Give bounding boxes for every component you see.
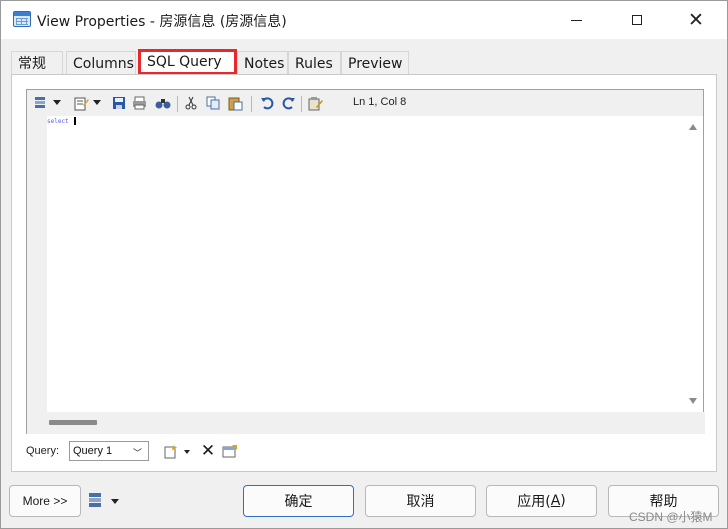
more-button[interactable]: More >> — [9, 485, 81, 517]
query-select-value: Query 1 — [73, 445, 113, 457]
title-bar: View Properties - 房源信息 (房源信息) ✕ — [1, 1, 727, 39]
print-icon[interactable] — [131, 95, 147, 111]
tab-rules[interactable]: Rules — [288, 51, 341, 75]
query-label: Query: — [26, 445, 60, 457]
apply-button[interactable]: 应用(A) — [486, 485, 597, 517]
list-dropdown-icon[interactable] — [33, 95, 49, 111]
tab-notes[interactable]: Notes — [237, 51, 288, 75]
paste-icon[interactable] — [227, 95, 243, 111]
cancel-button[interactable]: 取消 — [365, 485, 476, 517]
properties-window: View Properties - 房源信息 (房源信息) ✕ 常规 Colum… — [0, 0, 728, 529]
minimize-icon — [570, 19, 582, 21]
maximize-icon — [632, 15, 642, 25]
delete-query-icon[interactable]: ✕ — [200, 441, 216, 460]
apply-label-end: ) — [560, 493, 566, 509]
query-select[interactable]: Query 1 ﹀ — [69, 441, 149, 461]
sql-query-panel: Ln 1, Col 8 select Query: Query 1 ﹀ ✕ — [11, 74, 717, 472]
cut-icon[interactable] — [183, 95, 199, 111]
query-row: Query: Query 1 ﹀ ✕ — [26, 441, 706, 463]
toolbar-separator — [251, 96, 252, 112]
chevron-down-icon: ﹀ — [132, 448, 142, 458]
sql-text: select — [47, 118, 69, 125]
scroll-up-icon[interactable] — [689, 124, 697, 130]
chevron-down-icon[interactable] — [184, 450, 190, 454]
new-query-icon[interactable] — [162, 443, 178, 459]
close-icon: ✕ — [688, 9, 704, 31]
query-properties-icon[interactable] — [222, 443, 238, 459]
scroll-thumb[interactable] — [49, 420, 97, 425]
close-button[interactable]: ✕ — [673, 1, 719, 39]
scroll-down-icon[interactable] — [689, 398, 697, 404]
redo-icon[interactable] — [281, 95, 297, 111]
minimize-button[interactable] — [553, 1, 599, 39]
window-title: View Properties - 房源信息 (房源信息) — [37, 14, 287, 30]
toolbar-separator — [177, 96, 178, 112]
clipboard-edit-icon[interactable] — [307, 95, 323, 111]
sql-editor[interactable]: select — [47, 116, 683, 412]
chevron-down-icon[interactable] — [53, 100, 61, 105]
tab-preview[interactable]: Preview — [341, 51, 409, 75]
copy-icon[interactable] — [205, 95, 221, 111]
cursor-position: Ln 1, Col 8 — [353, 96, 407, 108]
tab-columns[interactable]: Columns — [66, 51, 136, 75]
text-caret — [74, 117, 76, 125]
chevron-down-icon[interactable] — [93, 100, 101, 105]
toolbar-separator — [301, 96, 302, 112]
horizontal-scrollbar[interactable] — [27, 412, 705, 434]
find-icon[interactable] — [155, 95, 171, 111]
editor-toolbar: Ln 1, Col 8 — [31, 92, 701, 114]
vertical-scrollbar[interactable] — [683, 116, 703, 412]
sql-editor-frame: Ln 1, Col 8 select — [26, 89, 705, 434]
apply-access-key: A — [550, 493, 561, 509]
apply-label: 应用( — [517, 494, 551, 510]
save-icon[interactable] — [111, 95, 127, 111]
edit-dropdown-icon[interactable] — [73, 95, 89, 111]
tab-general[interactable]: 常规 — [11, 51, 63, 75]
watermark: CSDN @小猿M — [629, 510, 713, 524]
table-view-icon — [13, 11, 31, 27]
ok-button[interactable]: 确定 — [243, 485, 354, 517]
maximize-button[interactable] — [614, 1, 660, 39]
undo-icon[interactable] — [259, 95, 275, 111]
tab-sql-query[interactable]: SQL Query — [138, 49, 237, 75]
list-dropdown-button[interactable] — [87, 491, 123, 511]
